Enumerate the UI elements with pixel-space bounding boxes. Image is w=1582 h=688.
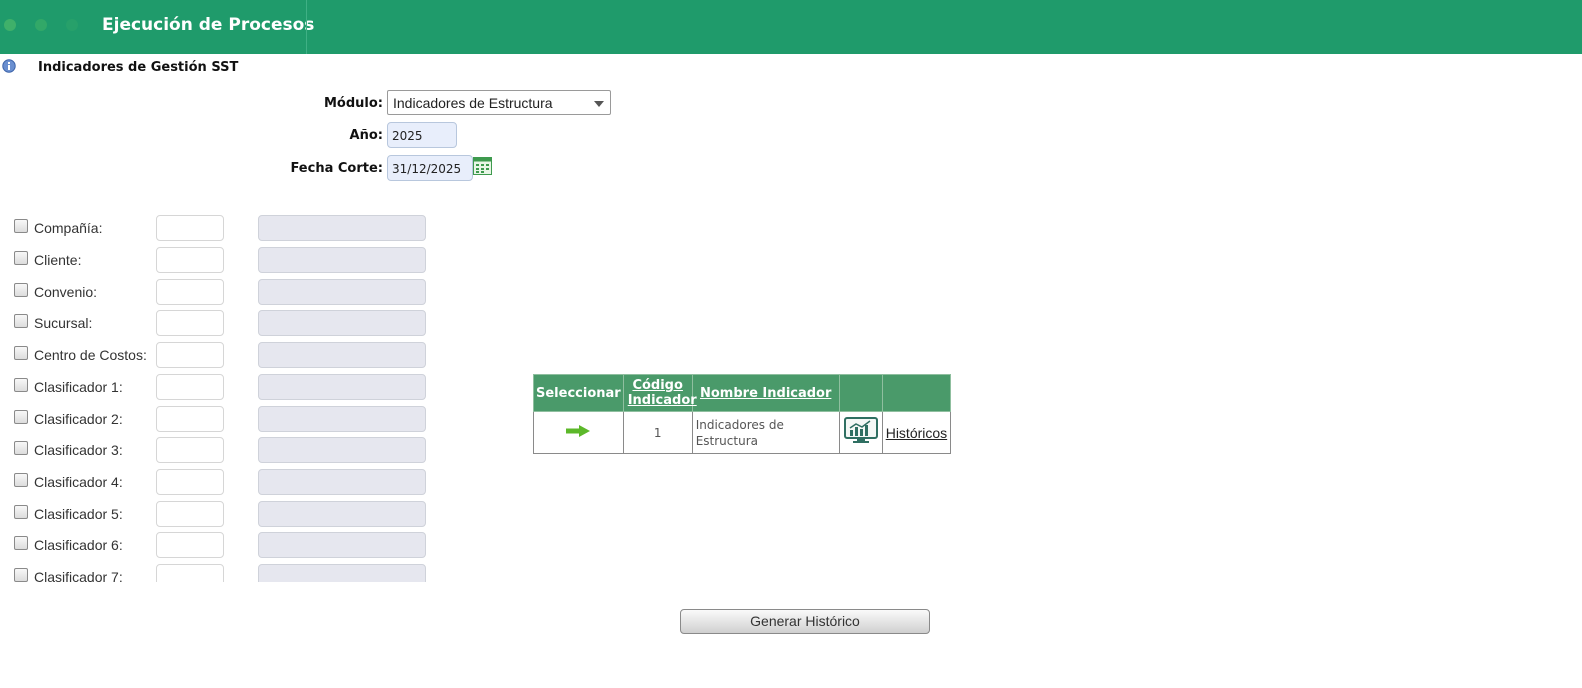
- chart-cell[interactable]: [838, 411, 883, 454]
- clasificador-1-description-field: [258, 374, 426, 400]
- indicadores-table: Seleccionar Código Indicador Nombre Indi…: [533, 374, 952, 454]
- clasificador-1-code-input[interactable]: [156, 374, 224, 400]
- convenio-description-field: [258, 279, 426, 305]
- generar-historico-button[interactable]: Generar Histórico: [680, 609, 930, 634]
- modulo-label: Módulo:: [323, 96, 383, 111]
- filter-row-clasificador-2: Clasificador 2:: [14, 406, 434, 433]
- filter-row-centro-costos: Centro de Costos:: [14, 342, 434, 369]
- centro-costos-checkbox[interactable]: [14, 346, 28, 360]
- anio-label: Año:: [349, 128, 383, 143]
- clasificador-3-label: Clasificador 3:: [34, 442, 123, 458]
- filters-panel[interactable]: Compañía: Cliente: Convenio: Sucursal: C…: [0, 212, 440, 582]
- filter-row-cliente: Cliente:: [14, 247, 434, 274]
- filter-row-clasificador-6: Clasificador 6:: [14, 532, 434, 559]
- info-icon: [2, 59, 16, 73]
- clasificador-3-checkbox[interactable]: [14, 441, 28, 455]
- modulo-select-value: Indicadores de Estructura: [393, 95, 553, 111]
- clasificador-3-description-field: [258, 437, 426, 463]
- centro-costos-label: Centro de Costos:: [34, 347, 147, 363]
- col-header-seleccionar: Seleccionar: [533, 374, 624, 412]
- compania-label: Compañía:: [34, 220, 103, 236]
- clasificador-2-label: Clasificador 2:: [34, 411, 123, 427]
- select-cell[interactable]: [533, 411, 624, 454]
- window-dot-1: [4, 19, 16, 31]
- arrow-right-icon[interactable]: [566, 425, 591, 437]
- clasificador-6-code-input[interactable]: [156, 532, 224, 558]
- modulo-select[interactable]: Indicadores de Estructura: [387, 90, 611, 115]
- clasificador-6-checkbox[interactable]: [14, 536, 28, 550]
- compania-description-field: [258, 215, 426, 241]
- sort-nombre-link[interactable]: Nombre Indicador: [700, 386, 831, 401]
- fecha-corte-input[interactable]: 31/12/2025: [387, 155, 473, 181]
- centro-costos-code-input[interactable]: [156, 342, 224, 368]
- clasificador-6-label: Clasificador 6:: [34, 537, 123, 553]
- clasificador-7-code-input[interactable]: [156, 564, 224, 582]
- cliente-checkbox[interactable]: [14, 251, 28, 265]
- filter-row-sucursal: Sucursal:: [14, 310, 434, 337]
- header-divider: [306, 0, 307, 54]
- clasificador-7-description-field: [258, 564, 426, 582]
- cliente-code-input[interactable]: [156, 247, 224, 273]
- sucursal-description-field: [258, 310, 426, 336]
- window-dot-3: [66, 19, 78, 31]
- col-header-chart: [838, 374, 883, 412]
- sucursal-code-input[interactable]: [156, 310, 224, 336]
- clasificador-5-description-field: [258, 501, 426, 527]
- cliente-description-field: [258, 247, 426, 273]
- historicos-cell[interactable]: Históricos: [881, 411, 952, 454]
- codigo-cell: 1: [622, 411, 693, 454]
- chart-monitor-icon[interactable]: [843, 417, 878, 445]
- cliente-label: Cliente:: [34, 252, 82, 268]
- sucursal-checkbox[interactable]: [14, 314, 28, 328]
- clasificador-1-label: Clasificador 1:: [34, 379, 123, 395]
- filter-row-compania: Compañía:: [14, 215, 434, 242]
- table-header-row: Seleccionar Código Indicador Nombre Indi…: [533, 374, 952, 412]
- compania-code-input[interactable]: [156, 215, 224, 241]
- clasificador-6-description-field: [258, 532, 426, 558]
- col-header-historicos: [881, 374, 952, 412]
- clasificador-4-label: Clasificador 4:: [34, 474, 123, 490]
- app-header: Ejecución de Procesos: [0, 0, 1582, 54]
- sucursal-label: Sucursal:: [34, 315, 93, 331]
- filter-row-clasificador-7: Clasificador 7:: [14, 564, 434, 582]
- clasificador-5-label: Clasificador 5:: [34, 506, 123, 522]
- calendar-icon[interactable]: [473, 157, 492, 175]
- clasificador-2-checkbox[interactable]: [14, 410, 28, 424]
- filter-row-clasificador-1: Clasificador 1:: [14, 374, 434, 401]
- chevron-down-icon: [594, 101, 604, 107]
- clasificador-2-code-input[interactable]: [156, 406, 224, 432]
- section-title: Indicadores de Gestión SST: [38, 60, 239, 75]
- clasificador-5-code-input[interactable]: [156, 501, 224, 527]
- filter-row-convenio: Convenio:: [14, 279, 434, 306]
- clasificador-4-description-field: [258, 469, 426, 495]
- window-dot-2: [35, 19, 47, 31]
- clasificador-2-description-field: [258, 406, 426, 432]
- app-title: Ejecución de Procesos: [102, 15, 315, 35]
- clasificador-5-checkbox[interactable]: [14, 505, 28, 519]
- col-header-nombre[interactable]: Nombre Indicador: [691, 374, 840, 412]
- filter-row-clasificador-3: Clasificador 3:: [14, 437, 434, 464]
- clasificador-7-checkbox[interactable]: [14, 568, 28, 582]
- convenio-code-input[interactable]: [156, 279, 224, 305]
- convenio-label: Convenio:: [34, 284, 98, 300]
- centro-costos-description-field: [258, 342, 426, 368]
- clasificador-7-label: Clasificador 7:: [34, 569, 123, 582]
- clasificador-3-code-input[interactable]: [156, 437, 224, 463]
- filter-row-clasificador-4: Clasificador 4:: [14, 469, 434, 496]
- anio-input[interactable]: 2025: [387, 122, 457, 148]
- table-row: 1 Indicadores de Estructura Históricos: [533, 411, 952, 454]
- clasificador-4-code-input[interactable]: [156, 469, 224, 495]
- nombre-cell: Indicadores de Estructura: [691, 411, 840, 454]
- compania-checkbox[interactable]: [14, 219, 28, 233]
- filter-row-clasificador-5: Clasificador 5:: [14, 501, 434, 528]
- fecha-corte-label: Fecha Corte:: [290, 161, 383, 176]
- clasificador-1-checkbox[interactable]: [14, 378, 28, 392]
- sort-codigo-link[interactable]: Código Indicador: [628, 378, 697, 408]
- historicos-link[interactable]: Históricos: [886, 425, 947, 441]
- convenio-checkbox[interactable]: [14, 283, 28, 297]
- clasificador-4-checkbox[interactable]: [14, 473, 28, 487]
- col-header-codigo[interactable]: Código Indicador: [622, 374, 697, 412]
